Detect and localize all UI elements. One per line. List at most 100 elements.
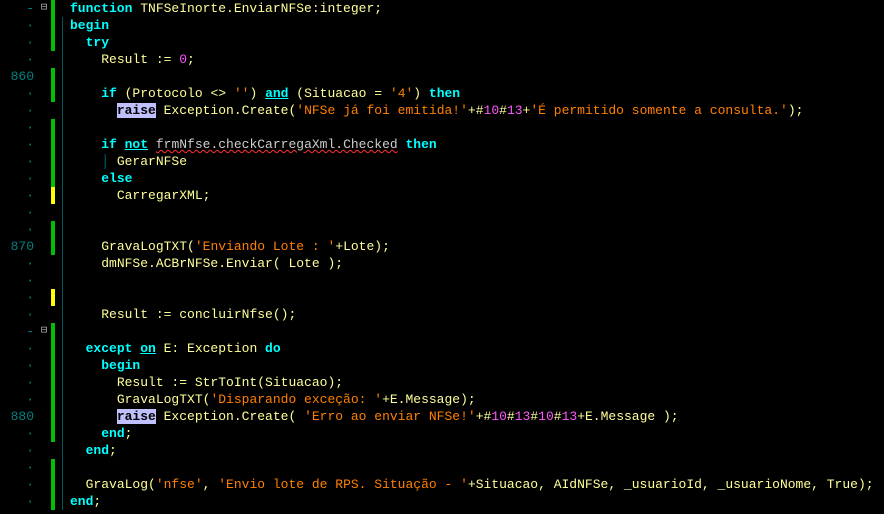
token: Result := (101, 52, 179, 67)
indent-guide (62, 204, 70, 221)
line-number: 860 (0, 68, 34, 85)
line-number: · (0, 187, 34, 204)
code-line[interactable] (70, 204, 884, 221)
change-mark (51, 17, 55, 34)
line-number: · (0, 51, 34, 68)
token: if (101, 86, 124, 101)
code-line[interactable]: begin (70, 357, 884, 374)
code-line[interactable]: end; (70, 425, 884, 442)
token: then (429, 86, 460, 101)
change-mark (51, 0, 55, 17)
indent-guide (62, 289, 70, 306)
code-line[interactable]: GravaLog('nfse', 'Envio lote de RPS. Sit… (70, 476, 884, 493)
token: +Situacao, AIdNFSe, _usuarioId, _usuario… (468, 477, 874, 492)
code-line[interactable]: try (70, 34, 884, 51)
fold-spacer (38, 136, 50, 153)
token: +E.Message); (382, 392, 476, 407)
fold-spacer (38, 34, 50, 51)
fold-spacer (38, 17, 50, 34)
fold-spacer (38, 391, 50, 408)
code-line[interactable] (70, 119, 884, 136)
change-mark (51, 238, 55, 255)
code-line[interactable]: raise Exception.Create( 'Erro ao enviar … (70, 408, 884, 425)
code-line[interactable]: CarregarXML; (70, 187, 884, 204)
indent-guide (62, 476, 70, 493)
line-number: · (0, 374, 34, 391)
code-line[interactable] (70, 323, 884, 340)
code-editor[interactable]: -···860·········870····-····880····· ⊟⊟ … (0, 0, 884, 510)
line-number: · (0, 459, 34, 476)
line-number: · (0, 221, 34, 238)
code-line[interactable]: except on E: Exception do (70, 340, 884, 357)
token: (Protocolo <> (125, 86, 234, 101)
token: if (101, 137, 124, 152)
code-line[interactable]: Result := StrToInt(Situacao); (70, 374, 884, 391)
code-line[interactable]: dmNFSe.ACBrNFSe.Enviar( Lote ); (70, 255, 884, 272)
line-number: · (0, 476, 34, 493)
token: 'Erro ao enviar NFSe!' (304, 409, 476, 424)
code-line[interactable]: GravaLogTXT('Disparando exceção: '+E.Mes… (70, 391, 884, 408)
fold-spacer (38, 238, 50, 255)
token: # (499, 103, 507, 118)
code-line[interactable]: if (Protocolo <> '') and (Situacao = '4'… (70, 85, 884, 102)
code-line[interactable] (70, 221, 884, 238)
change-mark (51, 153, 55, 170)
fold-toggle-icon[interactable]: ⊟ (38, 323, 50, 340)
line-number: · (0, 255, 34, 272)
indent-guide (62, 17, 70, 34)
code-line[interactable]: raise Exception.Create('NFSe já foi emit… (70, 102, 884, 119)
code-line[interactable] (70, 68, 884, 85)
code-line[interactable]: if not frmNfse.checkCarregaXml.Checked t… (70, 136, 884, 153)
token: else (101, 171, 132, 186)
code-area[interactable]: function TNFSeInorte.EnviarNFSe:integer;… (70, 0, 884, 510)
line-number: · (0, 340, 34, 357)
fold-column[interactable]: ⊟⊟ (38, 0, 50, 510)
code-line[interactable]: end; (70, 442, 884, 459)
token: end (70, 494, 93, 509)
token: do (265, 341, 281, 356)
line-number: · (0, 85, 34, 102)
line-number: · (0, 153, 34, 170)
fold-spacer (38, 476, 50, 493)
code-line[interactable] (70, 289, 884, 306)
fold-spacer (38, 85, 50, 102)
indent-guide (62, 187, 70, 204)
line-number: 870 (0, 238, 34, 255)
token: 'Disparando exceção: ' (210, 392, 382, 407)
fold-spacer (38, 289, 50, 306)
token: '' (234, 86, 250, 101)
code-line[interactable]: │ GerarNFSe (70, 153, 884, 170)
code-line[interactable]: else (70, 170, 884, 187)
token: 10 (538, 409, 554, 424)
code-line[interactable]: Result := 0; (70, 51, 884, 68)
change-mark (51, 170, 55, 187)
code-line[interactable] (70, 272, 884, 289)
indent-guide (62, 357, 70, 374)
token: dmNFSe.ACBrNFSe.Enviar( Lote ); (101, 256, 343, 271)
token: raise (117, 103, 156, 118)
token: try (86, 35, 109, 50)
change-mark (51, 391, 55, 408)
code-line[interactable]: function TNFSeInorte.EnviarNFSe:integer; (70, 0, 884, 17)
code-line[interactable]: begin (70, 17, 884, 34)
token: 'É permitido somente a consulta.' (530, 103, 787, 118)
fold-toggle-icon[interactable]: ⊟ (38, 0, 50, 17)
indent-guide (62, 255, 70, 272)
indent-guide (62, 102, 70, 119)
code-line[interactable]: Result := concluirNfse(); (70, 306, 884, 323)
fold-spacer (38, 459, 50, 476)
change-mark (51, 85, 55, 102)
fold-spacer (38, 153, 50, 170)
indent-guide (62, 306, 70, 323)
indent-guide (62, 238, 70, 255)
line-number: · (0, 136, 34, 153)
line-number: 880 (0, 408, 34, 425)
code-line[interactable]: GravaLogTXT('Enviando Lote : '+Lote); (70, 238, 884, 255)
line-number: · (0, 170, 34, 187)
code-line[interactable]: end; (70, 493, 884, 510)
code-line[interactable] (70, 459, 884, 476)
token: end (86, 443, 109, 458)
token: 'NFSe já foi emitida!' (296, 103, 468, 118)
indent-guide (62, 153, 70, 170)
indent-guide (62, 323, 70, 340)
